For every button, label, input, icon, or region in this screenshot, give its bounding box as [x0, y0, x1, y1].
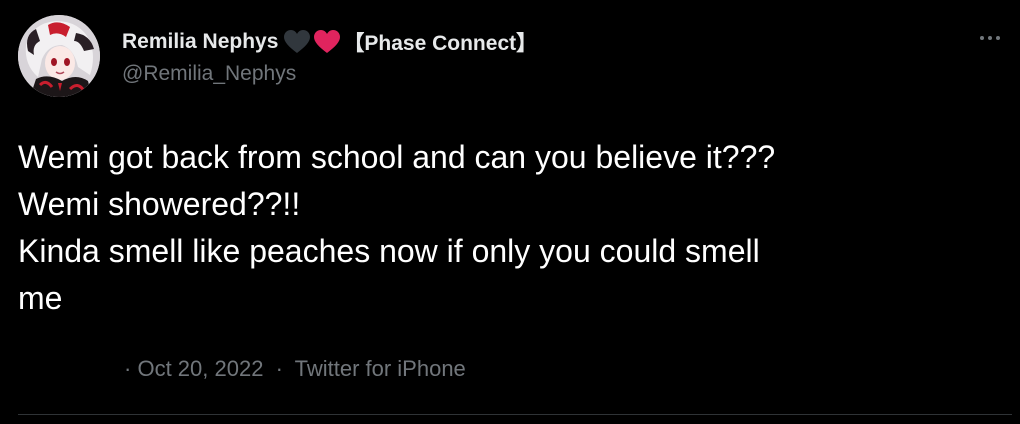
tweet-text-line: me: [18, 280, 63, 316]
tweet-text: Wemi got back from school and can you be…: [18, 134, 998, 322]
tweet-text-line: Kinda smell like peaches now if only you…: [18, 233, 760, 269]
author-affiliation: 【Phase Connect】: [343, 32, 538, 55]
author-handle[interactable]: @Remilia_Nephys: [122, 62, 296, 86]
meta-leading-separator: ·: [124, 356, 132, 381]
tweet-source[interactable]: Twitter for iPhone: [295, 356, 466, 381]
divider: [18, 414, 1012, 415]
tweet-date[interactable]: Oct 20, 2022: [137, 356, 263, 381]
tweet-text-line: Wemi got back from school and can you be…: [18, 139, 776, 175]
meta-separator: ·: [275, 356, 283, 381]
author-name-row: Remilia Nephys 【Phase Connect】: [122, 26, 537, 58]
tweet-text-line: Wemi showered??!!: [18, 186, 301, 222]
tweet-meta: · Oct 20, 2022 · Twitter for iPhone: [124, 356, 466, 382]
more-options-icon[interactable]: [972, 26, 1008, 50]
red-heart-icon: [313, 29, 341, 55]
avatar[interactable]: [18, 15, 100, 97]
author-display-name[interactable]: Remilia Nephys: [122, 30, 278, 54]
avatar-image: [18, 15, 100, 97]
tweet-card: Remilia Nephys 【Phase Connect】 @Remilia_…: [0, 0, 1020, 424]
black-heart-icon: [283, 29, 311, 55]
